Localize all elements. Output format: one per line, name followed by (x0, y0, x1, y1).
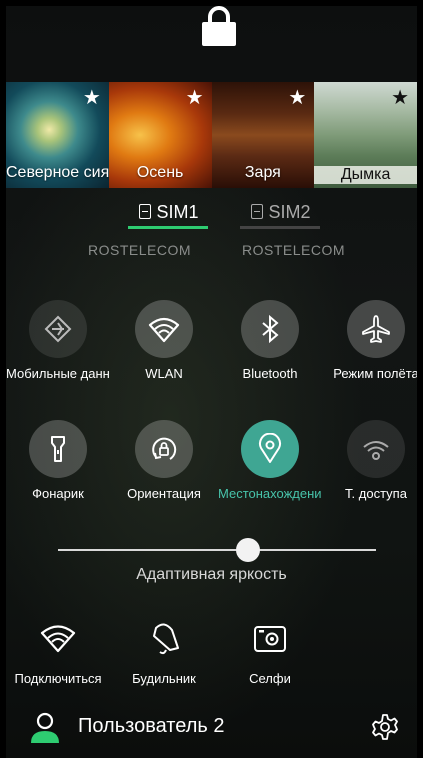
theme-item[interactable]: ★ Осень (108, 82, 212, 188)
wlan-toggle[interactable]: WLAN (112, 300, 216, 381)
alarm-shortcut[interactable]: Будильник (112, 620, 216, 686)
location-toggle[interactable]: Местонахождение (218, 420, 322, 501)
tab-sim2-label: SIM2 (268, 202, 311, 222)
tab-sim2-indicator (240, 226, 320, 229)
location-label: Местонахождение (218, 486, 322, 501)
alarm-label: Будильник (132, 671, 196, 686)
tab-sim2[interactable]: SIM2 (240, 202, 322, 223)
theme-label: Заря (244, 164, 281, 181)
star-icon[interactable]: ★ (186, 88, 204, 108)
theme-item[interactable]: ★ Дымка (314, 82, 417, 188)
bell-icon (153, 623, 179, 655)
tab-sim1-indicator (128, 226, 208, 229)
rotation-lock-icon (135, 420, 193, 478)
brightness-slider-thumb[interactable] (236, 538, 260, 562)
wlan-label: WLAN (145, 366, 183, 381)
lock-icon[interactable] (202, 6, 236, 46)
star-icon[interactable]: ★ (83, 88, 101, 108)
star-icon[interactable]: ★ (288, 88, 306, 108)
quick-settings-panel: ★ Северное сияние ★ Осень ★ Заря ★ Дымка… (6, 6, 417, 758)
operator-name-sim2: ROSTELECOM (242, 242, 346, 258)
theme-label: Осень (136, 164, 184, 181)
selfie-label: Селфи (249, 671, 291, 686)
sim-card-icon (251, 204, 264, 219)
sim-card-icon (139, 204, 152, 219)
theme-item[interactable]: ★ Северное сияние (6, 82, 109, 188)
theme-strip: ★ Северное сияние ★ Осень ★ Заря ★ Дымка (6, 82, 417, 188)
flashlight-label: Фонарик (32, 486, 84, 501)
brightness-slider[interactable] (58, 549, 376, 551)
airplane-icon (347, 300, 405, 358)
wifi-icon (135, 300, 193, 358)
theme-label: Дымка (314, 166, 417, 184)
bluetooth-toggle[interactable]: Bluetooth (218, 300, 322, 381)
airplane-label: Режим полёта (333, 366, 417, 381)
user-name[interactable]: Пользователь 2 (78, 715, 224, 738)
gear-icon[interactable] (372, 714, 398, 740)
wifi-icon (40, 625, 76, 653)
tab-sim1-label: SIM1 (156, 202, 199, 222)
mobile-data-label: Мобильные данные (6, 366, 110, 381)
theme-item[interactable]: ★ Заря (211, 82, 315, 188)
location-pin-icon (241, 420, 299, 478)
bluetooth-icon (241, 300, 299, 358)
selfie-shortcut[interactable]: Селфи (218, 620, 322, 686)
bluetooth-label: Bluetooth (242, 366, 298, 381)
hotspot-icon (347, 420, 405, 478)
orientation-toggle[interactable]: Ориентация (112, 420, 216, 501)
hotspot-label: Т. доступа (345, 486, 407, 501)
hotspot-toggle[interactable]: Т. доступа (324, 420, 417, 501)
mobile-data-icon (29, 300, 87, 358)
tab-sim1[interactable]: SIM1 (128, 202, 210, 223)
orientation-label: Ориентация (127, 486, 201, 501)
operator-name-sim1: ROSTELECOM (88, 242, 192, 258)
brightness-label: Адаптивная яркость (136, 566, 287, 583)
mobile-data-toggle[interactable]: Мобильные данные (6, 300, 110, 381)
flashlight-icon (29, 420, 87, 478)
connect-shortcut[interactable]: Подключиться (6, 620, 110, 686)
connect-label: Подключиться (14, 671, 102, 686)
camera-icon (254, 626, 286, 652)
user-avatar-icon[interactable] (30, 711, 60, 743)
flashlight-toggle[interactable]: Фонарик (6, 420, 110, 501)
airplane-toggle[interactable]: Режим полёта (324, 300, 417, 381)
star-icon[interactable]: ★ (391, 88, 409, 108)
theme-label: Северное сияние (6, 164, 109, 181)
